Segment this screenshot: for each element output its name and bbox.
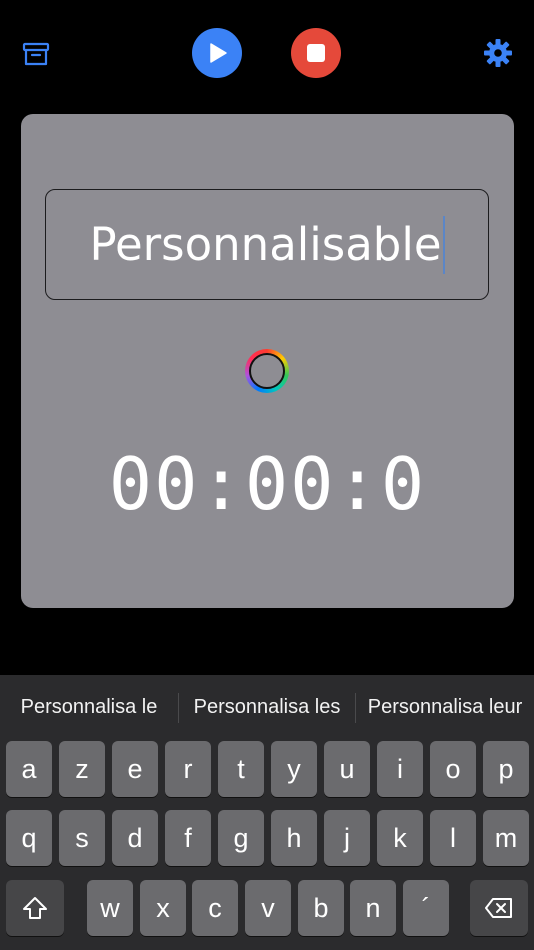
shift-key[interactable]: [6, 880, 64, 936]
key-m[interactable]: m: [483, 810, 529, 866]
key-p[interactable]: p: [483, 741, 529, 797]
key-t[interactable]: t: [218, 741, 264, 797]
key-b[interactable]: b: [298, 880, 344, 936]
suggestion-1[interactable]: Personnalisa le: [0, 675, 178, 739]
screen: Personnalisable 00:00:0 Personnalisa le …: [0, 0, 534, 950]
key-f[interactable]: f: [165, 810, 211, 866]
key-x[interactable]: x: [140, 880, 186, 936]
key-w[interactable]: w: [87, 880, 133, 936]
key-c[interactable]: c: [192, 880, 238, 936]
key-y[interactable]: y: [271, 741, 317, 797]
gear-icon: [484, 39, 512, 67]
key-r[interactable]: r: [165, 741, 211, 797]
timer-card: Personnalisable 00:00:0: [21, 114, 514, 608]
key-a[interactable]: a: [6, 741, 52, 797]
key-d[interactable]: d: [112, 810, 158, 866]
timer-name-input[interactable]: Personnalisable: [45, 189, 489, 300]
key-q[interactable]: q: [6, 810, 52, 866]
key-acute[interactable]: ´: [403, 880, 449, 936]
key-n[interactable]: n: [350, 880, 396, 936]
archive-box-icon: [22, 42, 50, 66]
play-button[interactable]: [192, 28, 242, 78]
stop-button[interactable]: [291, 28, 341, 78]
key-v[interactable]: v: [245, 880, 291, 936]
key-i[interactable]: i: [377, 741, 423, 797]
stop-icon: [307, 44, 325, 62]
settings-button[interactable]: [482, 37, 514, 69]
delete-key[interactable]: [470, 880, 528, 936]
archive-button[interactable]: [20, 38, 52, 70]
key-l[interactable]: l: [430, 810, 476, 866]
timer-name-value: Personnalisable: [89, 218, 442, 271]
keyboard: Personnalisa le Personnalisa les Personn…: [0, 675, 534, 950]
key-k[interactable]: k: [377, 810, 423, 866]
shift-icon: [23, 897, 47, 919]
key-z[interactable]: z: [59, 741, 105, 797]
timer-display: 00:00:0: [108, 442, 427, 526]
key-g[interactable]: g: [218, 810, 264, 866]
key-u[interactable]: u: [324, 741, 370, 797]
key-o[interactable]: o: [430, 741, 476, 797]
text-caret: [442, 215, 445, 274]
color-picker-button[interactable]: [245, 349, 289, 393]
key-e[interactable]: e: [112, 741, 158, 797]
suggestion-bar: Personnalisa le Personnalisa les Personn…: [0, 675, 534, 739]
suggestion-3[interactable]: Personnalisa leur: [356, 675, 534, 739]
top-toolbar: [0, 0, 534, 110]
key-j[interactable]: j: [324, 810, 370, 866]
key-s[interactable]: s: [59, 810, 105, 866]
color-wheel-icon: [249, 353, 285, 389]
play-icon: [210, 43, 227, 63]
backspace-icon: [485, 898, 512, 918]
suggestion-2[interactable]: Personnalisa les: [179, 675, 355, 739]
key-h[interactable]: h: [271, 810, 317, 866]
